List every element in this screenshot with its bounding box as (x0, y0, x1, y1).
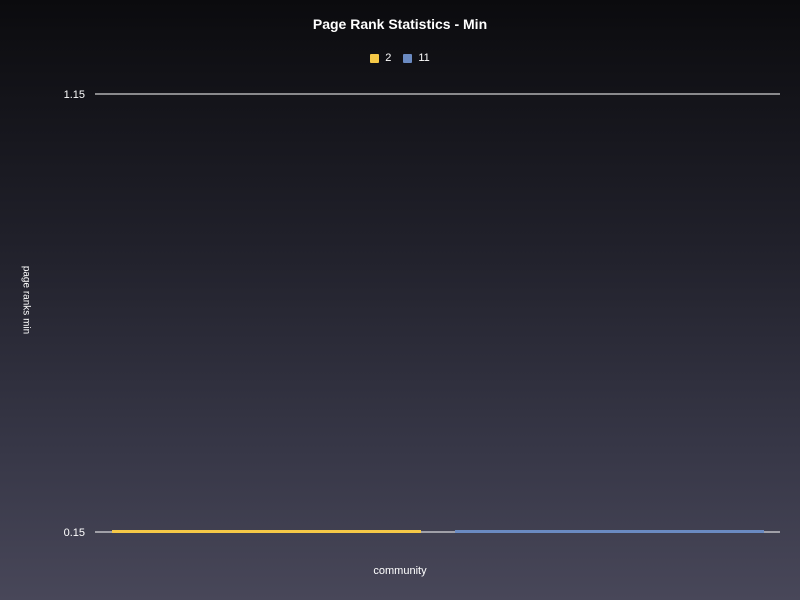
plot-area: 0.15 1.15 (64, 89, 780, 539)
bar-series-2[interactable] (112, 530, 421, 533)
y-tick-label-0: 0.15 (64, 527, 85, 539)
y-tick-label-1: 1.15 (64, 89, 85, 101)
bar-series-11[interactable] (455, 530, 764, 533)
